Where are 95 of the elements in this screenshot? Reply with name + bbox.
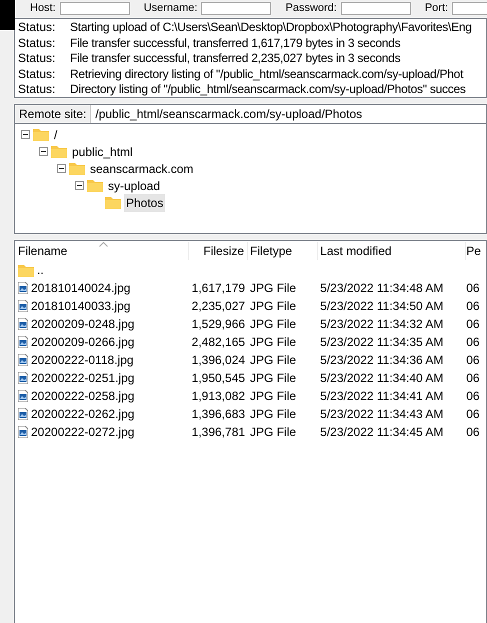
file-size: 1,396,781 <box>190 424 246 441</box>
permissions-cell-text: 06 <box>466 370 481 387</box>
log-label: Status: <box>18 20 56 36</box>
log-message: File transfer successful, transferred 2,235,027 bytes in 3 seconds <box>70 51 400 66</box>
image-file-icon <box>18 426 28 438</box>
log-label: Status: <box>18 51 56 66</box>
folder-icon <box>105 196 121 209</box>
image-file-icon <box>18 318 28 330</box>
file-size: 1,529,966 <box>190 316 246 333</box>
folder-icon <box>33 128 49 141</box>
log-label: Status: <box>18 82 56 97</box>
image-file-icon <box>18 372 28 384</box>
input-field[interactable] <box>60 2 130 14</box>
file-type: JPG File <box>249 334 298 351</box>
file-name[interactable]: 20200209-0266.jpg <box>31 333 134 351</box>
file-name[interactable]: 201810140024.jpg <box>31 279 130 297</box>
folder-icon <box>18 264 34 276</box>
collapse-icon[interactable] <box>39 147 48 156</box>
file-size: 2,482,165 <box>190 334 246 351</box>
tree-item[interactable]: / <box>52 126 60 144</box>
field-label: Password: <box>285 2 337 14</box>
log-message: Directory listing of "/public_html/seanscarmack.com/sy-upload/Photos" succes <box>70 82 466 97</box>
collapse-icon[interactable] <box>75 181 84 190</box>
file-type: JPG File <box>249 370 298 387</box>
permissions-cell-text: 06 <box>466 316 481 333</box>
file-name[interactable]: 20200222-0258.jpg <box>31 387 134 405</box>
log-message: Retrieving directory listing of "/public_html/seanscarmack.com/sy-upload/Phot <box>70 66 464 82</box>
last-modified: 5/23/2022 11:34:48 AM <box>319 280 444 297</box>
file-type: JPG File <box>249 298 298 315</box>
file-name[interactable]: 20200222-0251.jpg <box>31 369 134 387</box>
field-label: Username: <box>144 2 198 14</box>
folder-icon <box>87 179 103 192</box>
tree-item[interactable]: Photos <box>124 194 166 212</box>
image-file-icon <box>18 300 28 312</box>
folder-icon <box>69 162 85 175</box>
last-modified: 5/23/2022 11:34:50 AM <box>319 298 444 315</box>
permissions-cell-text: 06 <box>466 298 481 315</box>
last-modified: 5/23/2022 11:34:41 AM <box>319 388 444 405</box>
log-message: Starting upload of C:\Users\Sean\Desktop\Dropbox\Photography\Favorites\Eng <box>70 20 472 36</box>
window-edge <box>0 0 15 30</box>
tree-item[interactable]: public_html <box>70 142 135 160</box>
permissions-cell-text: 06 <box>466 280 481 297</box>
log-label: Status: <box>18 66 56 82</box>
input-field[interactable] <box>340 2 411 14</box>
sort-icon <box>99 242 108 247</box>
image-file-icon <box>18 354 28 366</box>
last-modified: 5/23/2022 11:34:36 AM <box>319 352 444 369</box>
file-type: JPG File <box>249 406 298 423</box>
file-size: 2,235,027 <box>190 298 246 315</box>
column-header[interactable]: Filename <box>15 242 189 260</box>
remote-site-label: Remote site: <box>15 105 92 123</box>
file-type: JPG File <box>249 352 298 369</box>
column-header[interactable]: Filetype <box>248 242 318 260</box>
permissions-cell-text: 06 <box>466 406 481 423</box>
last-modified: 5/23/2022 11:34:32 AM <box>319 316 444 333</box>
file-name[interactable]: 201810140033.jpg <box>31 297 130 315</box>
folder-icon <box>51 145 67 158</box>
image-file-icon <box>18 336 28 348</box>
log-message: File transfer successful, transferred 1,617,179 bytes in 3 seconds <box>70 36 400 51</box>
collapse-icon[interactable] <box>57 164 66 173</box>
file-name[interactable]: 20200209-0248.jpg <box>31 315 134 333</box>
file-size: 1,617,179 <box>190 280 246 297</box>
image-file-icon <box>18 408 28 420</box>
file-type: JPG File <box>249 280 298 297</box>
input-field[interactable] <box>201 2 272 14</box>
tree-item[interactable]: seanscarmack.com <box>88 160 196 178</box>
last-modified: 5/23/2022 11:34:35 AM <box>319 334 444 351</box>
image-file-icon <box>18 282 28 294</box>
file-type: JPG File <box>249 316 298 333</box>
permissions-cell-text: 06 <box>466 334 481 351</box>
file-size: 1,396,683 <box>190 406 246 423</box>
permissions-cell-text: 06 <box>466 388 481 405</box>
field-label: Port: <box>424 2 448 14</box>
file-name[interactable]: 20200222-0118.jpg <box>31 351 134 369</box>
column-header[interactable]: Pe <box>466 242 486 260</box>
file-type: JPG File <box>249 388 298 405</box>
file-name[interactable]: 20200222-0262.jpg <box>31 405 134 423</box>
column-header[interactable]: Last modified <box>318 242 466 260</box>
last-modified: 5/23/2022 11:34:40 AM <box>319 370 444 387</box>
last-modified: 5/23/2022 11:34:45 AM <box>319 424 444 441</box>
file-type: JPG File <box>249 424 298 441</box>
file-size: 1,913,082 <box>190 388 246 405</box>
permissions-cell-text: 06 <box>466 424 481 441</box>
permissions-cell-text: 06 <box>466 352 481 369</box>
log-label: Status: <box>18 36 56 51</box>
file-size: 1,396,024 <box>190 352 246 369</box>
collapse-icon[interactable] <box>21 130 30 139</box>
image-file-icon <box>18 390 28 402</box>
last-modified: 5/23/2022 11:34:43 AM <box>319 406 444 423</box>
column-header[interactable]: Filesize <box>188 242 248 260</box>
file-name[interactable]: 20200222-0272.jpg <box>31 423 134 441</box>
field-label: Host: <box>30 2 56 14</box>
file-size: 1,950,545 <box>190 370 246 387</box>
tree-item[interactable]: sy-upload <box>106 176 162 194</box>
file-name[interactable]: .. <box>37 261 44 279</box>
